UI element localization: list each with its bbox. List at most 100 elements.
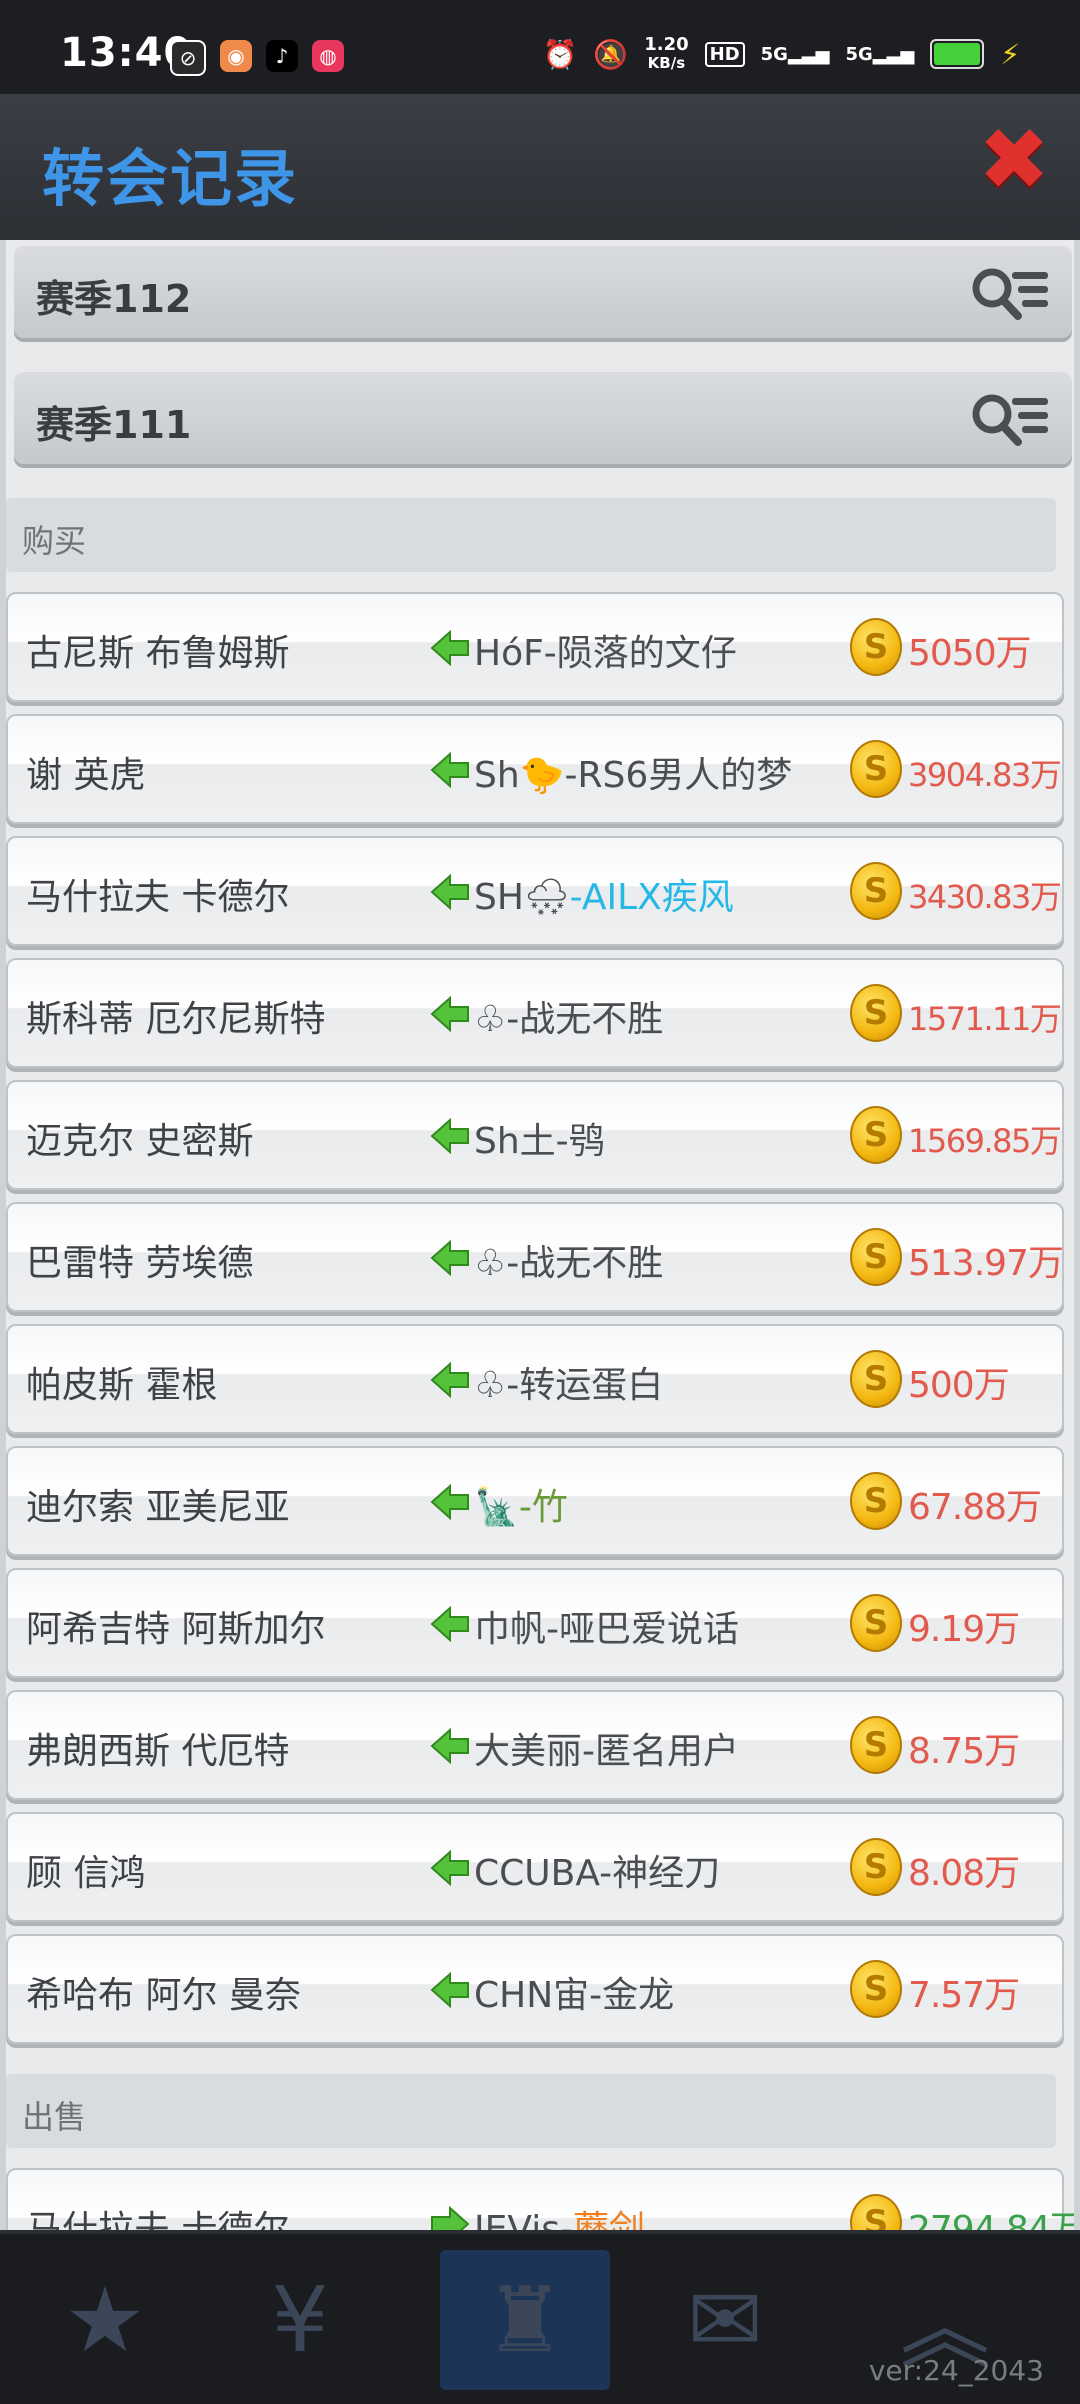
section-label: 出售 [22, 2098, 87, 2136]
transfer-price: 7.57万 [908, 1975, 1020, 2016]
season-bar[interactable]: 赛季112 [14, 246, 1072, 338]
net-speed: 1.20 KB/s [644, 34, 689, 73]
transfer-row[interactable]: 谢 英虎 Sh🐤-RS6男人的梦 S 3904.83万 [6, 714, 1064, 824]
arrow-left-icon [430, 995, 469, 1033]
coin-icon: S [850, 740, 902, 798]
team-name: Sh🐤-RS6男人的梦 [474, 746, 792, 798]
season-bar[interactable]: 赛季111 [14, 372, 1072, 464]
team-suffix: -竹 [518, 1487, 568, 1528]
coin-icon: S [850, 1960, 902, 2018]
arrow-left-icon [430, 1117, 469, 1155]
coin-icon: S [850, 1350, 902, 1408]
arrow-left-icon [430, 873, 469, 911]
arrow-left-icon [430, 629, 469, 667]
version-label: ver:24_2043 [868, 2354, 1044, 2387]
team-name: ♧-战无不胜 [474, 999, 664, 1040]
season-label: 赛季112 [36, 277, 192, 321]
team-suffix: 蘑剑 [572, 2209, 645, 2230]
close-button[interactable]: ✖ [976, 117, 1052, 203]
player-name: 迈克尔 史密斯 [26, 1121, 254, 1162]
yen-icon[interactable]: ¥ [215, 2250, 385, 2390]
transfer-price: 9.19万 [908, 1609, 1020, 1650]
chat-icon[interactable]: ✉ [640, 2250, 810, 2390]
coin-icon: S [850, 1716, 902, 1774]
transfer-price: 8.75万 [908, 1731, 1020, 1772]
transfer-row[interactable]: 迪尔索 亚美尼亚 🗽-竹 S 67.88万 [6, 1446, 1064, 1556]
app-notification-icon: ◉ [220, 40, 252, 72]
transfer-price: 2794.84万 [908, 2209, 1080, 2230]
net-speed-value: 1.20 [644, 34, 689, 55]
team-name: HóF-陨落的文仔 [474, 633, 737, 674]
star-icon[interactable]: ★ [20, 2250, 190, 2390]
team-name: Sh土-鸮 [474, 1121, 605, 1162]
player-name: 斯科蒂 厄尔尼斯特 [26, 999, 326, 1040]
player-name: 古尼斯 布鲁姆斯 [26, 633, 290, 674]
team-name: 🗽-竹 [474, 1478, 568, 1530]
coin-icon: S [850, 1838, 902, 1896]
team-prefix: SH [474, 877, 524, 918]
coin-icon: S [850, 1594, 902, 1652]
chick-emoji-icon: 🐤 [519, 755, 565, 796]
transfer-row[interactable]: 帕皮斯 霍根 ♧-转运蛋白 S 500万 [6, 1324, 1064, 1434]
coin-icon: S [850, 1228, 902, 1286]
hd-icon: HD [704, 41, 745, 67]
team-name: JEVis-蘑剑 [474, 2200, 645, 2230]
transfer-row[interactable]: 古尼斯 布鲁姆斯 HóF-陨落的文仔 S 5050万 [6, 592, 1064, 702]
signal-label: 5G [845, 43, 873, 65]
team-name: CCUBA-神经刀 [474, 1853, 721, 1894]
transfer-price: 1571.11万 [908, 1000, 1062, 1038]
transfer-row[interactable]: 弗朗西斯 代厄特 大美丽-匿名用户 S 8.75万 [6, 1690, 1064, 1800]
arrow-left-icon [430, 1361, 469, 1399]
team-name: 大美丽-匿名用户 [474, 1731, 739, 1772]
list-search-icon[interactable] [968, 260, 1054, 324]
player-name: 迪尔索 亚美尼亚 [26, 1487, 290, 1528]
coin-icon: S [850, 1106, 902, 1164]
coin-icon: S [850, 984, 902, 1042]
player-name: 巴雷特 劳埃德 [26, 1243, 254, 1284]
status-app-icons: ⊘ ◉ ♪ ◍ [170, 40, 344, 76]
team-name: ♧-战无不胜 [474, 1243, 664, 1284]
transfer-row[interactable]: 阿希吉特 阿斯加尔 巾帆-哑巴爱说话 S 9.19万 [6, 1568, 1064, 1678]
transfer-row[interactable]: 迈克尔 史密斯 Sh土-鸮 S 1569.85万 [6, 1080, 1064, 1190]
team-prefix: JEVis- [474, 2209, 573, 2230]
page-title: 转会记录 [42, 142, 299, 215]
arrow-right-icon [431, 2205, 470, 2230]
player-name: 谢 英虎 [26, 755, 146, 796]
arrow-left-icon [430, 1971, 469, 2009]
transfer-price: 67.88万 [908, 1487, 1042, 1528]
tiktok-icon: ♪ [266, 40, 298, 72]
section-header-sell: 出售 [6, 2074, 1056, 2148]
app-notification-icon: ◍ [312, 40, 344, 72]
list-search-icon[interactable] [968, 386, 1054, 450]
arrow-left-icon [430, 1727, 469, 1765]
player-name: 顾 信鸿 [26, 1853, 146, 1894]
team-prefix: Sh [474, 755, 520, 796]
transfer-row[interactable]: 马什拉夫 卡德尔 JEVis-蘑剑 S 2794.84万 [6, 2168, 1074, 2230]
transfer-list-panel[interactable]: 赛季112 赛季111 购买 古尼斯 布鲁姆斯 HóF-陨落的文仔 S 5050… [0, 240, 1080, 2230]
transfer-price: 3430.83万 [908, 878, 1062, 916]
arrow-left-icon [430, 1483, 469, 1521]
transfer-row[interactable]: 斯科蒂 厄尔尼斯特 ♧-战无不胜 S 1571.11万 [6, 958, 1064, 1068]
transfer-row[interactable]: 顾 信鸿 CCUBA-神经刀 S 8.08万 [6, 1812, 1064, 1922]
signal-icon: 5G▂▃▅ [760, 43, 830, 65]
transfer-row[interactable]: 希哈布 阿尔 曼奈 CHN宙-金龙 S 7.57万 [6, 1934, 1064, 2044]
section-header-buy: 购买 [6, 498, 1056, 572]
status-indicators: ⏰ 🔕 1.20 KB/s HD 5G▂▃▅ 5G▂▃▅ ⚡ [542, 34, 1020, 73]
arrow-left-icon [430, 1239, 469, 1277]
bottom-nav: ★ ¥ ♜ ✉ ︽ ver:24_2043 [0, 2230, 1080, 2404]
signal-icon: 5G▂▃▅ [845, 43, 915, 65]
transfer-price: 513.97万 [908, 1243, 1064, 1284]
transfer-price: 1569.85万 [908, 1122, 1062, 1160]
team-name: ♧-转运蛋白 [474, 1365, 664, 1406]
transfer-price: 5050万 [908, 633, 1032, 674]
coin-icon: S [850, 1472, 902, 1530]
alarm-icon: ⏰ [542, 37, 578, 71]
status-bar: 13:40 ⊘ ◉ ♪ ◍ ⏰ 🔕 1.20 KB/s HD 5G▂▃▅ 5G▂… [0, 0, 1080, 94]
transfer-row[interactable]: 巴雷特 劳埃德 ♧-战无不胜 S 513.97万 [6, 1202, 1064, 1312]
team-icon[interactable]: ♜ [440, 2250, 610, 2390]
coin-icon: S [850, 2194, 902, 2230]
arrow-left-icon [430, 751, 469, 789]
coin-icon: S [850, 862, 902, 920]
transfer-row[interactable]: 马什拉夫 卡德尔 SH🌨-AILX疾风 S 3430.83万 [6, 836, 1064, 946]
app-notification-icon: ⊘ [170, 40, 206, 76]
